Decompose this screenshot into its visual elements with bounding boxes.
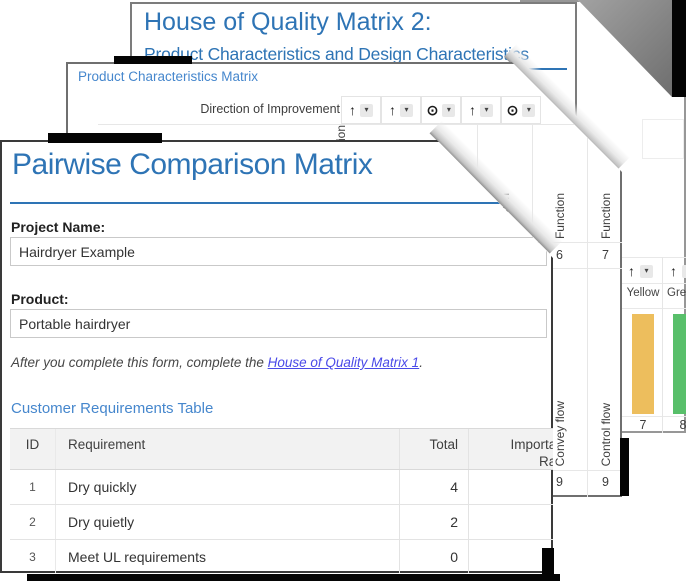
dropdown-caret-icon[interactable]: ▾ xyxy=(442,104,455,117)
up-arrow-icon: ↑ xyxy=(349,103,356,117)
header-requirement: Requirement xyxy=(55,429,399,469)
page-shadow-fragment xyxy=(27,574,560,581)
page-title: Product Characteristics Matrix xyxy=(78,69,258,84)
dropdown-caret-icon[interactable]: ▾ xyxy=(480,104,493,117)
rating-number: 9 xyxy=(587,470,624,494)
table-row: 2 Dry quietly 2 xyxy=(10,505,588,540)
cell-id: 3 xyxy=(10,540,55,574)
product-input[interactable]: Portable hairdryer xyxy=(10,309,547,338)
yellow-bar xyxy=(632,314,654,414)
gridline xyxy=(622,416,686,417)
cell-requirement[interactable]: Dry quietly xyxy=(55,505,399,539)
page-title: Pairwise Comparison Matrix xyxy=(12,148,372,182)
dropdown-caret-icon[interactable]: ▾ xyxy=(360,104,373,117)
gridline xyxy=(662,257,663,435)
target-icon: ⊙ xyxy=(427,103,439,117)
up-arrow-icon: ↑ xyxy=(628,264,635,278)
cell-id: 1 xyxy=(10,470,55,504)
column-header-control-flow: Control flow xyxy=(587,268,624,470)
table-row: 3 Meet UL requirements 0 xyxy=(10,540,588,575)
cell-total: 4 xyxy=(399,470,468,504)
empty-cell-box xyxy=(642,119,684,159)
target-icon: ⊙ xyxy=(507,103,519,117)
cell-importance[interactable] xyxy=(468,540,588,574)
cell-requirement[interactable]: Meet UL requirements xyxy=(55,540,399,574)
direction-dropdown[interactable]: ↑ ▾ xyxy=(381,96,421,124)
green-bar xyxy=(673,314,686,414)
project-name-label: Project Name: xyxy=(11,219,105,235)
completion-note: After you complete this form, complete t… xyxy=(11,355,423,370)
product-label: Product: xyxy=(11,291,69,307)
gridline xyxy=(622,257,686,258)
dropdown-caret-icon[interactable]: ▾ xyxy=(400,104,413,117)
note-text: . xyxy=(419,355,423,370)
page-shadow-fragment xyxy=(542,548,554,574)
page-subtitle: Product Characteristics and Design Chara… xyxy=(144,44,529,65)
note-text: After you complete this form, complete t… xyxy=(11,355,268,370)
project-name-input[interactable]: Hairdryer Example xyxy=(10,237,547,266)
direction-dropdown[interactable]: ⊙ ▾ xyxy=(501,96,541,124)
table-row: 1 Dry quickly 4 xyxy=(10,470,588,505)
customer-requirements-heading: Customer Requirements Table xyxy=(11,400,213,417)
up-arrow-icon: ↑ xyxy=(469,103,476,117)
column-label-yellow: Yellow xyxy=(624,287,662,299)
direction-of-improvement-label: Direction of Improvement xyxy=(98,102,340,116)
column-label-green: Green xyxy=(664,287,686,299)
page-shadow-fragment xyxy=(48,133,162,143)
stacked-template-pages: ↑ ▾ ↑ ▾ Yellow Green 7 8 House of Qualit… xyxy=(0,0,686,581)
gridline xyxy=(622,308,686,309)
column-number: 7 xyxy=(624,418,662,432)
up-arrow-icon: ↑ xyxy=(389,103,396,117)
direction-dropdown[interactable]: ↑ ▾ xyxy=(628,259,653,283)
column-number: 8 xyxy=(664,418,686,432)
up-arrow-icon: ↑ xyxy=(670,264,677,278)
header-total: Total xyxy=(399,429,468,469)
gridline xyxy=(622,283,686,284)
dropdown-caret-icon[interactable]: ▾ xyxy=(522,104,535,117)
page-shadow-fragment xyxy=(672,0,686,97)
column-number: 7 xyxy=(587,242,624,268)
cell-total: 0 xyxy=(399,540,468,574)
page-pairwise-comparison-matrix: Pairwise Comparison Matrix Project Name:… xyxy=(0,140,553,573)
cell-importance[interactable] xyxy=(468,505,588,539)
header-id: ID xyxy=(10,429,55,469)
page-shadow-fragment xyxy=(620,438,629,496)
title-rule xyxy=(10,202,547,204)
cell-id: 2 xyxy=(10,505,55,539)
customer-requirements-table: ID Requirement Total Importance Rating 1… xyxy=(10,428,588,575)
direction-dropdown[interactable]: ↑ ▾ xyxy=(341,96,381,124)
page-title: House of Quality Matrix 2: xyxy=(144,8,432,37)
direction-dropdown[interactable]: ↑ ▾ xyxy=(670,259,686,283)
direction-dropdown[interactable]: ↑ ▾ xyxy=(461,96,501,124)
dropdown-caret-icon[interactable]: ▾ xyxy=(640,265,653,278)
hoq-matrix-1-link[interactable]: House of Quality Matrix 1 xyxy=(268,355,420,370)
page-shadow-fragment xyxy=(114,56,192,64)
dropdown-caret-icon[interactable]: ▾ xyxy=(682,265,686,278)
cell-total: 2 xyxy=(399,505,468,539)
table-header-row: ID Requirement Total Importance Rating xyxy=(10,428,588,470)
cell-requirement[interactable]: Dry quickly xyxy=(55,470,399,504)
